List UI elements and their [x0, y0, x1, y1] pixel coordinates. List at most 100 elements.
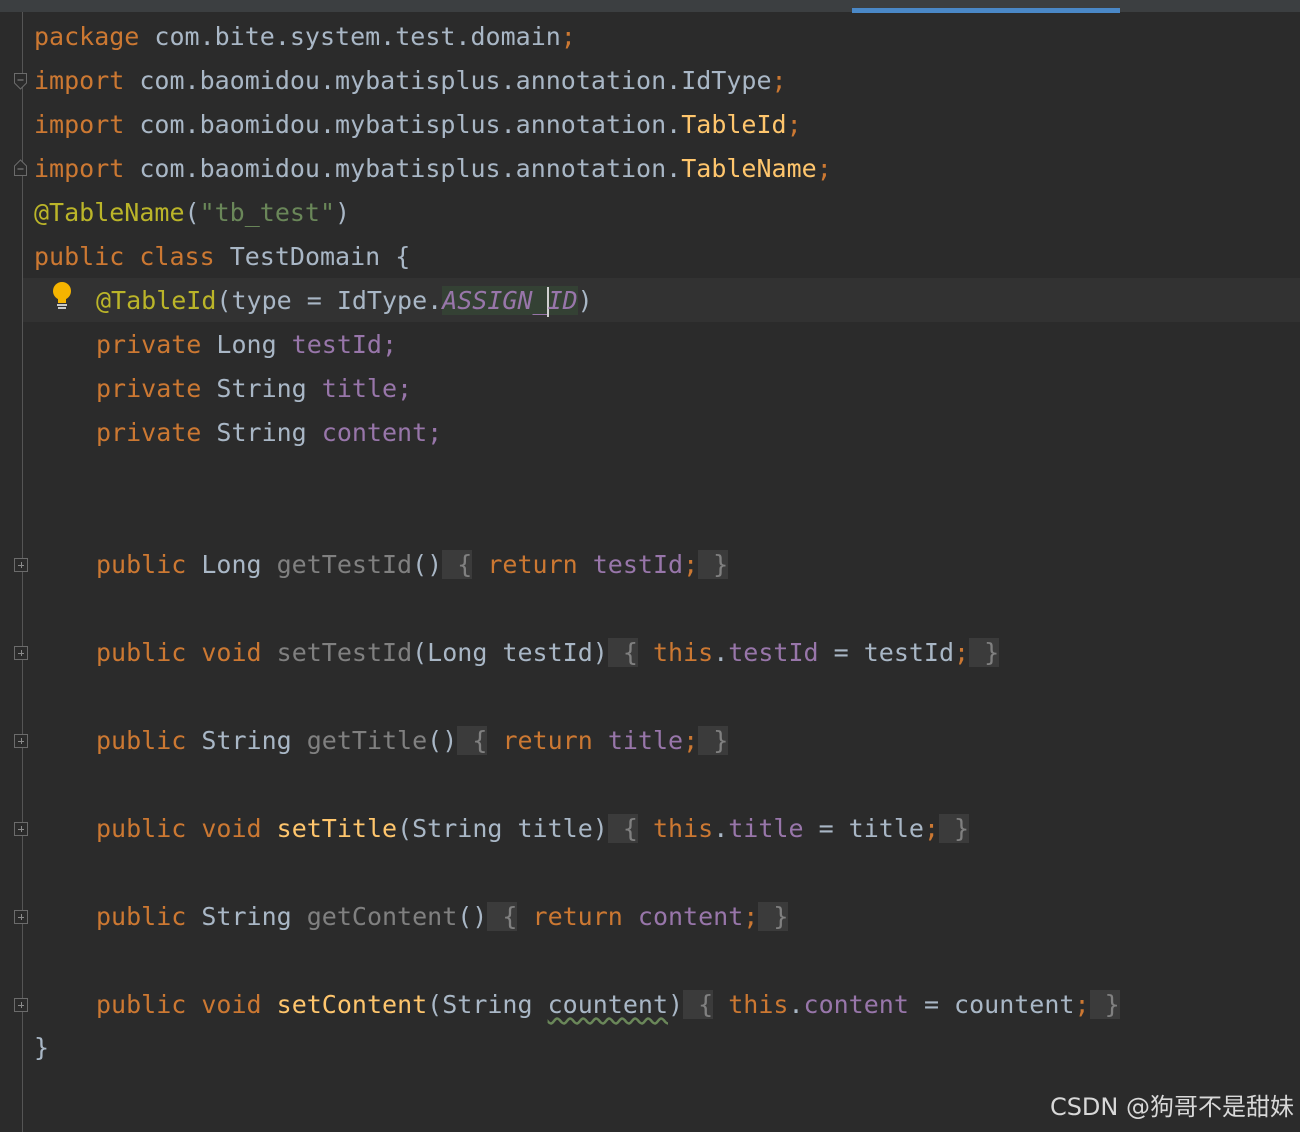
type: String	[201, 374, 322, 403]
method-name: getTestId	[276, 550, 413, 579]
semicolon: ;	[683, 726, 699, 755]
type: Long	[201, 330, 292, 359]
code-line[interactable]: import com.baomidou.mybatisplus.annotati…	[34, 59, 787, 103]
lightbulb-icon[interactable]	[50, 281, 74, 311]
code-line[interactable]: public String getTitle() { return title;…	[96, 719, 729, 763]
brace: }	[939, 814, 970, 843]
brace: {	[442, 550, 473, 579]
field: content;	[321, 418, 443, 447]
code-line[interactable]: @TableName("tb_test")	[34, 191, 350, 235]
import-path: com.baomidou.mybatisplus.annotation.IdTy…	[124, 66, 772, 95]
params: (String	[427, 990, 548, 1019]
field: testId	[592, 550, 684, 579]
code-line[interactable]: import com.baomidou.mybatisplus.annotati…	[34, 147, 832, 191]
semicolon: ;	[923, 814, 939, 843]
keyword: void	[201, 638, 262, 667]
active-tab-indicator	[852, 8, 1120, 13]
fold-expand-icon[interactable]	[14, 558, 28, 572]
field: content	[803, 990, 909, 1019]
method-name: setTitle	[276, 814, 398, 843]
code-line[interactable]: import com.baomidou.mybatisplus.annotati…	[34, 103, 802, 147]
keyword: private	[96, 418, 202, 447]
type: String	[186, 902, 307, 931]
code-line[interactable]: public String getContent() { return cont…	[96, 895, 789, 939]
brace: {	[607, 638, 638, 667]
code-line[interactable]: }	[34, 1026, 49, 1070]
import-path: com.baomidou.mybatisplus.annotation.	[124, 154, 682, 183]
code-editor[interactable]: package com.bite.system.test.domain; imp…	[0, 0, 1300, 1132]
paren: (	[184, 198, 200, 227]
code-line[interactable]: public void setContent(String countent) …	[96, 983, 1120, 1027]
parens: ()	[412, 550, 443, 579]
keyword: import	[34, 154, 125, 183]
paren: )	[577, 286, 593, 315]
brace: {	[607, 814, 638, 843]
dot: .	[713, 814, 729, 843]
fold-expand-icon[interactable]	[14, 910, 28, 924]
semicolon: ;	[786, 110, 802, 139]
semicolon: ;	[1074, 990, 1090, 1019]
field: content	[637, 902, 744, 931]
semicolon: ;	[743, 902, 759, 931]
code-line[interactable]: public void setTestId(Long testId) { thi…	[96, 631, 1000, 675]
brace: }	[698, 726, 729, 755]
keyword: this	[652, 814, 714, 843]
keyword: package	[34, 22, 140, 51]
package-name: com.bite.system.test.domain	[139, 22, 561, 51]
assignment: = testId	[818, 638, 955, 667]
type: Long	[186, 550, 277, 579]
keyword: public	[96, 814, 187, 843]
keyword: public	[96, 638, 187, 667]
keyword: class	[139, 242, 215, 271]
code-line[interactable]: package com.bite.system.test.domain;	[34, 15, 576, 59]
code-line[interactable]: private String title;	[96, 367, 412, 411]
keyword: public	[96, 550, 187, 579]
gutter-divider	[22, 12, 23, 1132]
keyword: void	[201, 990, 262, 1019]
code-line[interactable]: public class TestDomain {	[34, 235, 410, 279]
keyword: return	[502, 726, 593, 755]
type: String	[186, 726, 307, 755]
fold-collapse-icon[interactable]	[14, 73, 27, 90]
semicolon: ;	[683, 550, 699, 579]
parens: ()	[427, 726, 458, 755]
fold-expand-icon[interactable]	[14, 646, 28, 660]
fold-expand-icon[interactable]	[14, 734, 28, 748]
semicolon: ;	[771, 66, 787, 95]
keyword: import	[34, 110, 125, 139]
semicolon: ;	[816, 154, 832, 183]
code-line[interactable]: public Long getTestId() { return testId;…	[96, 543, 729, 587]
keyword: public	[96, 902, 187, 931]
annotation-args: (type = IdType.	[216, 286, 443, 315]
class-name: TestDomain {	[214, 242, 411, 271]
brace: {	[683, 990, 714, 1019]
code-line[interactable]: private Long testId;	[96, 323, 397, 367]
brace: }	[1089, 990, 1120, 1019]
annotation: @TableId	[96, 286, 217, 315]
fold-expand-icon[interactable]	[14, 998, 28, 1012]
keyword: public	[96, 726, 187, 755]
params: (String title)	[397, 814, 608, 843]
dot: .	[788, 990, 804, 1019]
dot: .	[713, 638, 729, 667]
paren: )	[668, 990, 684, 1019]
keyword: this	[652, 638, 714, 667]
semicolon: ;	[954, 638, 970, 667]
assignment: = countent	[908, 990, 1075, 1019]
field: testId	[728, 638, 819, 667]
enum-constant: ASSIGN_ID	[442, 286, 578, 317]
field: testId;	[291, 330, 398, 359]
code-line[interactable]: private String content;	[96, 411, 442, 455]
brace: }	[969, 638, 1000, 667]
semicolon: ;	[560, 22, 576, 51]
import-class: TableId	[681, 110, 787, 139]
paren: )	[335, 198, 351, 227]
field: title	[728, 814, 804, 843]
watermark: CSDN @狗哥不是甜妹	[1049, 1093, 1294, 1121]
brace: {	[457, 726, 488, 755]
code-line[interactable]: public void setTitle(String title) { thi…	[96, 807, 970, 851]
code-line[interactable]: @TableId(type = IdType.ASSIGN_ID)	[96, 279, 593, 323]
type: String	[201, 418, 322, 447]
fold-end-icon[interactable]	[14, 159, 27, 176]
fold-expand-icon[interactable]	[14, 822, 28, 836]
